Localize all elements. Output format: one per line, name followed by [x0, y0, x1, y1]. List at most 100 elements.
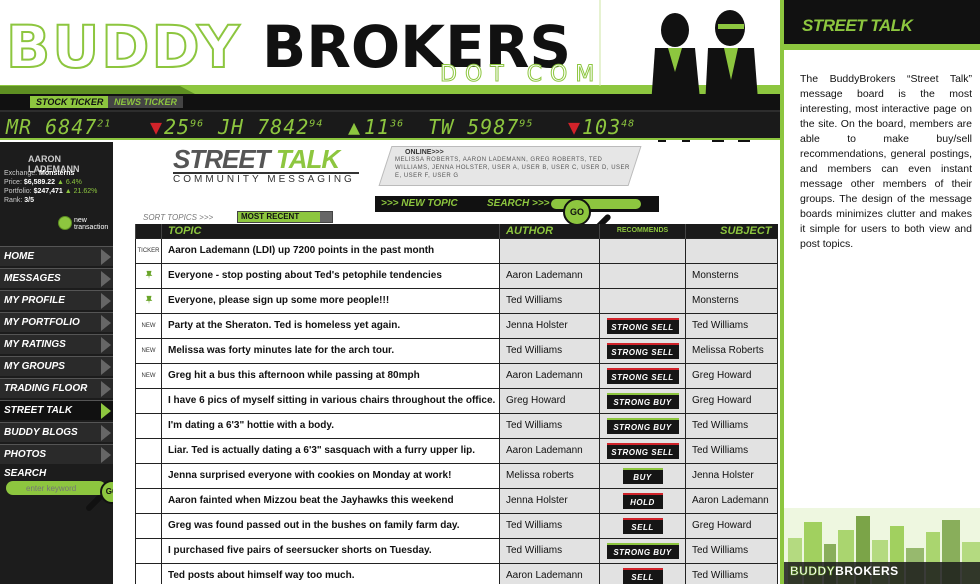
topic-link[interactable]: Aaron Lademann (LDI) up 7200 points in t… [161, 237, 500, 264]
table-row[interactable]: Everyone, please sign up some more peopl… [135, 287, 778, 314]
subject-cell[interactable]: Ted Williams [685, 437, 778, 464]
recommendation-badge: BUY [622, 467, 663, 484]
nav-my-ratings[interactable]: MY RATINGS [0, 334, 113, 354]
nav-trading-floor[interactable]: TRADING FLOOR [0, 378, 113, 398]
row-flag [135, 462, 162, 489]
table-row[interactable]: I have 6 pics of myself sitting in vario… [135, 387, 778, 414]
author-cell[interactable]: Jenna Holster [499, 312, 600, 339]
author-cell[interactable]: Aaron Lademann [499, 262, 600, 289]
table-row[interactable]: TICKER Aaron Lademann (LDI) up 7200 point… [135, 237, 778, 264]
online-users-list[interactable]: MELISSA ROBERTS, AARON LADEMANN, GREG RO… [395, 156, 631, 180]
subject-cell[interactable]: Ted Williams [685, 562, 778, 584]
subject-cell[interactable] [685, 237, 778, 264]
new-topic-link[interactable]: >>> NEW TOPIC [381, 198, 458, 209]
recommend-cell [599, 237, 686, 264]
chevron-right-icon [101, 315, 111, 331]
topic-link[interactable]: Melissa was forty minutes late for the a… [161, 337, 500, 364]
table-row[interactable]: NEW Greg hit a bus this afternoon while p… [135, 362, 778, 389]
table-row[interactable]: NEW Party at the Sheraton. Ted is homeles… [135, 312, 778, 339]
table-row[interactable]: NEW Melissa was forty minutes late for th… [135, 337, 778, 364]
topic-link[interactable]: Greg hit a bus this afternoon while pass… [161, 362, 500, 389]
topic-link[interactable]: Aaron fainted when Mizzou beat the Jayha… [161, 487, 500, 514]
table-row[interactable]: Liar. Ted is actually dating a 6'3" sasq… [135, 437, 778, 464]
topic-search-go-button[interactable]: GO [563, 198, 591, 226]
nav-messages[interactable]: MESSAGES [0, 268, 113, 288]
topic-link[interactable]: Greg was found passed out in the bushes … [161, 512, 500, 539]
author-cell[interactable]: Ted Williams [499, 537, 600, 564]
stock-ticker: MR_684721 ▼ 2596 JH_784294 ▲ 1136 TW_598… [0, 110, 780, 140]
subject-cell[interactable]: Ted Williams [685, 412, 778, 439]
author-cell[interactable]: Aaron Lademann [499, 437, 600, 464]
table-row[interactable]: Greg was found passed out in the bushes … [135, 512, 778, 539]
nav-photos[interactable]: PHOTOS [0, 444, 113, 464]
row-flag [135, 562, 162, 584]
subject-cell[interactable]: Aaron Lademann [685, 487, 778, 514]
recommend-cell [599, 262, 686, 289]
nav-buddy-blogs[interactable]: BUDDY BLOGS [0, 422, 113, 442]
table-row[interactable]: I purchased five pairs of seersucker sho… [135, 537, 778, 564]
subject-cell[interactable]: Melissa Roberts [685, 337, 778, 364]
table-row[interactable]: Jenna surprised everyone with cookies on… [135, 462, 778, 489]
tab-news-ticker[interactable]: NEWS TICKER [108, 96, 183, 108]
user-exchange: Exchange: Monsterns [4, 170, 75, 177]
header-recommends[interactable]: RECOMMENDS [599, 224, 686, 238]
author-cell[interactable] [499, 237, 600, 264]
ticker-item: MR_684721 [6, 115, 112, 139]
sidebar-search-label: SEARCH [4, 468, 47, 479]
author-cell[interactable]: Greg Howard [499, 387, 600, 414]
header-subject[interactable]: SUBJECT [685, 224, 778, 238]
author-cell[interactable]: Ted Williams [499, 337, 600, 364]
nav-home[interactable]: HOME [0, 246, 113, 266]
new-transaction-button[interactable] [58, 216, 72, 230]
subject-cell[interactable]: Ted Williams [685, 312, 778, 339]
table-row[interactable]: Aaron fainted when Mizzou beat the Jayha… [135, 487, 778, 514]
header-author[interactable]: AUTHOR [499, 224, 600, 238]
recommend-cell [599, 287, 686, 314]
recommendation-badge: HOLD [622, 492, 663, 509]
table-row[interactable]: I'm dating a 6'3" hottie with a body. Ted… [135, 412, 778, 439]
topic-link[interactable]: Ted posts about himself way too much. [161, 562, 500, 584]
user-price: Price: $6,589.22 ▲ 6.4% [4, 179, 82, 186]
author-cell[interactable]: Ted Williams [499, 412, 600, 439]
new-transaction-label[interactable]: new transaction [74, 217, 114, 231]
header-topic[interactable]: TOPIC [161, 224, 500, 238]
subject-cell[interactable]: Monsterns [685, 262, 778, 289]
subject-cell[interactable]: Greg Howard [685, 512, 778, 539]
table-row[interactable]: Everyone - stop posting about Ted's peto… [135, 262, 778, 289]
subject-cell[interactable]: Monsterns [685, 287, 778, 314]
nav-street-talk[interactable]: STREET TALK [0, 400, 113, 420]
nav-my-profile[interactable]: MY PROFILE [0, 290, 113, 310]
row-flag: NEW [135, 362, 162, 389]
nav-my-groups[interactable]: MY GROUPS [0, 356, 113, 376]
author-cell[interactable]: Jenna Holster [499, 487, 600, 514]
author-cell[interactable]: Ted Williams [499, 287, 600, 314]
subject-cell[interactable]: Jenna Holster [685, 462, 778, 489]
description-panel: STREET TALK The BuddyBrokers “Street Tal… [780, 0, 980, 584]
chevron-right-icon [101, 403, 111, 419]
subject-cell[interactable]: Greg Howard [685, 362, 778, 389]
topic-link[interactable]: I purchased five pairs of seersucker sho… [161, 537, 500, 564]
subject-cell[interactable]: Greg Howard [685, 387, 778, 414]
topic-link[interactable]: Party at the Sheraton. Ted is homeless y… [161, 312, 500, 339]
topic-link[interactable]: Jenna surprised everyone with cookies on… [161, 462, 500, 489]
ticker-item: JH_784294 [218, 115, 324, 139]
author-cell[interactable]: Aaron Lademann [499, 562, 600, 584]
panel-header-stripe [784, 44, 980, 50]
tab-stock-ticker[interactable]: STOCK TICKER [30, 96, 110, 108]
sidebar-search-input[interactable] [6, 481, 106, 495]
chevron-right-icon [101, 337, 111, 353]
author-cell[interactable]: Aaron Lademann [499, 362, 600, 389]
topic-link[interactable]: I'm dating a 6'3" hottie with a body. [161, 412, 500, 439]
logo-buddy[interactable]: BUDDY [5, 17, 241, 77]
topic-link[interactable]: Liar. Ted is actually dating a 6'3" sasq… [161, 437, 500, 464]
topic-link[interactable]: I have 6 pics of myself sitting in vario… [161, 387, 500, 414]
table-row[interactable]: Ted posts about himself way too much. Aar… [135, 562, 778, 584]
author-cell[interactable]: Melissa roberts [499, 462, 600, 489]
author-cell[interactable]: Ted Williams [499, 512, 600, 539]
recommend-cell: STRONG BUY [599, 387, 686, 414]
sort-topics-select[interactable]: MOST RECENT [237, 211, 333, 223]
subject-cell[interactable]: Ted Williams [685, 537, 778, 564]
topic-link[interactable]: Everyone, please sign up some more peopl… [161, 287, 500, 314]
topic-link[interactable]: Everyone - stop posting about Ted's peto… [161, 262, 500, 289]
nav-my-portfolio[interactable]: MY PORTFOLIO [0, 312, 113, 332]
